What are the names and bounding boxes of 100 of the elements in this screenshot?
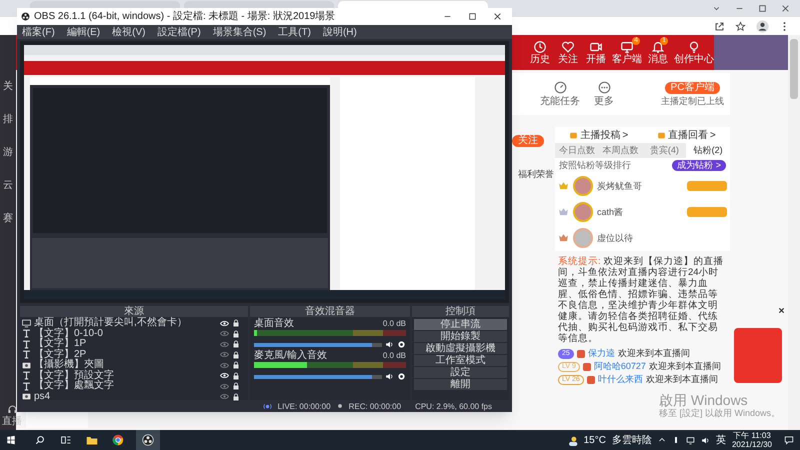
nav-link[interactable]: 创作中心 (674, 54, 714, 65)
share-icon[interactable] (714, 20, 725, 32)
speaker-icon[interactable] (385, 372, 394, 381)
menu-item[interactable]: 檔案(F) (22, 26, 55, 38)
fan-name: cath酱 (597, 206, 624, 218)
control-button[interactable]: 啟動虛擬攝影機 (414, 343, 507, 354)
control-button[interactable]: 離開 (414, 379, 507, 390)
source-item[interactable]: ps4 (22, 392, 246, 402)
menu-item[interactable]: 編輯(E) (66, 26, 100, 38)
more-icon[interactable] (598, 81, 610, 94)
task-view-icon[interactable] (61, 435, 71, 445)
temperature: 15°C (584, 434, 606, 446)
chevron-text[interactable]: > (622, 130, 628, 140)
nav-bell-icon[interactable] (651, 40, 665, 54)
lock-icon[interactable] (232, 350, 240, 359)
chat-message: 欢迎来到本直播间 (618, 348, 690, 359)
lock-icon[interactable] (232, 372, 240, 380)
control-button[interactable]: 停止串流 (414, 319, 507, 330)
rank-tab[interactable]: 本周点数 (598, 143, 642, 158)
source-item[interactable]: 【文字】2P (22, 350, 246, 360)
section-link[interactable]: 直播回看 (668, 130, 708, 140)
activation-title: 啟用 Windows (659, 392, 749, 408)
settings-icon[interactable] (397, 372, 406, 381)
star-icon[interactable] (735, 20, 746, 32)
sidebar-item[interactable]: 游 (3, 147, 13, 158)
speaker-icon[interactable] (700, 436, 710, 444)
source-item[interactable]: 【攝影機】夾圖 (22, 360, 246, 370)
broadcast-icon (262, 402, 272, 410)
nav-bulb-icon[interactable] (687, 40, 701, 54)
gauge-icon[interactable] (554, 81, 566, 94)
nav-link[interactable]: 开播 (586, 54, 606, 65)
source-item[interactable]: 【文字】1P (22, 339, 246, 350)
fan-name: 炭烤鱿鱼哥 (597, 180, 642, 192)
clock-time[interactable]: 下午 11:03 (733, 431, 771, 440)
notification-icon[interactable] (784, 435, 794, 445)
nav-camera-icon[interactable] (589, 40, 603, 54)
control-button[interactable]: 工作室模式 (414, 355, 507, 366)
close-icon[interactable] (781, 4, 790, 13)
text-icon (22, 350, 31, 360)
source-item[interactable]: 【文字】預設文字 (22, 370, 246, 381)
nav-client-icon[interactable] (620, 40, 634, 54)
eye-icon[interactable] (220, 371, 229, 380)
close-icon[interactable] (778, 307, 785, 314)
nav-link[interactable]: 客户端 (612, 54, 642, 65)
scrollbar-thumb[interactable] (790, 39, 798, 99)
maximize-icon[interactable] (468, 12, 477, 21)
headset-icon[interactable] (6, 404, 18, 415)
tool-link[interactable]: 充能任务 (540, 96, 580, 107)
eye-icon[interactable] (220, 318, 229, 328)
lock-icon[interactable] (232, 392, 240, 401)
join-fan-button[interactable]: 成为钻粉 > (672, 160, 726, 171)
menu-item[interactable]: 工具(T) (278, 26, 311, 38)
tool-link[interactable]: 更多 (594, 96, 614, 107)
sidebar-item[interactable]: 赛 (3, 213, 13, 224)
nav-heart-icon[interactable] (561, 40, 575, 54)
lock-icon[interactable] (232, 330, 240, 338)
source-item[interactable]: 【文字】處飄文字 (22, 381, 246, 392)
settings-icon[interactable] (397, 340, 406, 349)
maximize-icon[interactable] (758, 4, 767, 13)
chat-user[interactable]: 叶什么来西 (598, 374, 643, 385)
nav-clock-icon[interactable] (533, 40, 547, 54)
section-link[interactable]: 主播投稿 (580, 130, 620, 140)
sidebar-item[interactable]: 排 (3, 114, 13, 125)
search-icon[interactable] (35, 435, 45, 445)
menu-item[interactable]: 說明(H) (322, 26, 357, 38)
control-button[interactable]: 設定 (414, 367, 507, 378)
rank-tab[interactable]: 今日点数 (555, 143, 599, 158)
network-icon[interactable] (686, 436, 695, 444)
profile-icon[interactable] (756, 20, 769, 32)
source-item[interactable]: 【文字】0-10-0 (22, 328, 246, 339)
menu-item[interactable]: 場景集合(S) (212, 26, 266, 38)
source-item[interactable]: 桌面（打開預計要尖叫,不然會卡） (22, 318, 246, 328)
chevron-text[interactable]: > (710, 130, 716, 140)
chevron-up-icon[interactable] (658, 436, 666, 444)
db-reading: 0.0 dB (382, 351, 406, 361)
menu-item[interactable]: 檢視(V) (112, 26, 146, 38)
browser-icon[interactable] (112, 434, 124, 446)
menu-item[interactable]: 設定檔(P) (157, 26, 201, 38)
nav-link[interactable]: 消息 (648, 54, 668, 65)
clock-date[interactable]: 2021/12/30 (732, 440, 772, 449)
lock-icon[interactable] (232, 361, 240, 370)
windows-start-icon[interactable] (6, 435, 16, 445)
sidebar-item[interactable]: 关 (3, 81, 13, 92)
rank-tab[interactable]: 贵宾(4) (642, 143, 686, 158)
channel-name: 麥克風/輸入音效 (254, 351, 327, 361)
control-button[interactable]: 開始錄製 (414, 331, 507, 342)
nav-link[interactable]: 关注 (558, 54, 578, 65)
nav-link[interactable]: 历史 (530, 54, 550, 65)
close-icon[interactable] (493, 12, 502, 21)
chat-user[interactable]: 保力逵 (588, 348, 615, 359)
speaker-icon[interactable] (385, 340, 394, 349)
lock-icon[interactable] (232, 340, 240, 348)
fan-name: 虚位以待 (597, 232, 633, 244)
obs-taskbar-button[interactable] (136, 430, 160, 450)
input-method-indicator[interactable]: 英 (716, 434, 726, 446)
sidebar-item[interactable]: 云 (3, 180, 13, 191)
lock-icon[interactable] (232, 382, 240, 390)
lock-icon[interactable] (232, 319, 240, 328)
chat-user[interactable]: 阿哈哈60727 (594, 361, 646, 372)
scrollbar[interactable] (788, 35, 800, 430)
